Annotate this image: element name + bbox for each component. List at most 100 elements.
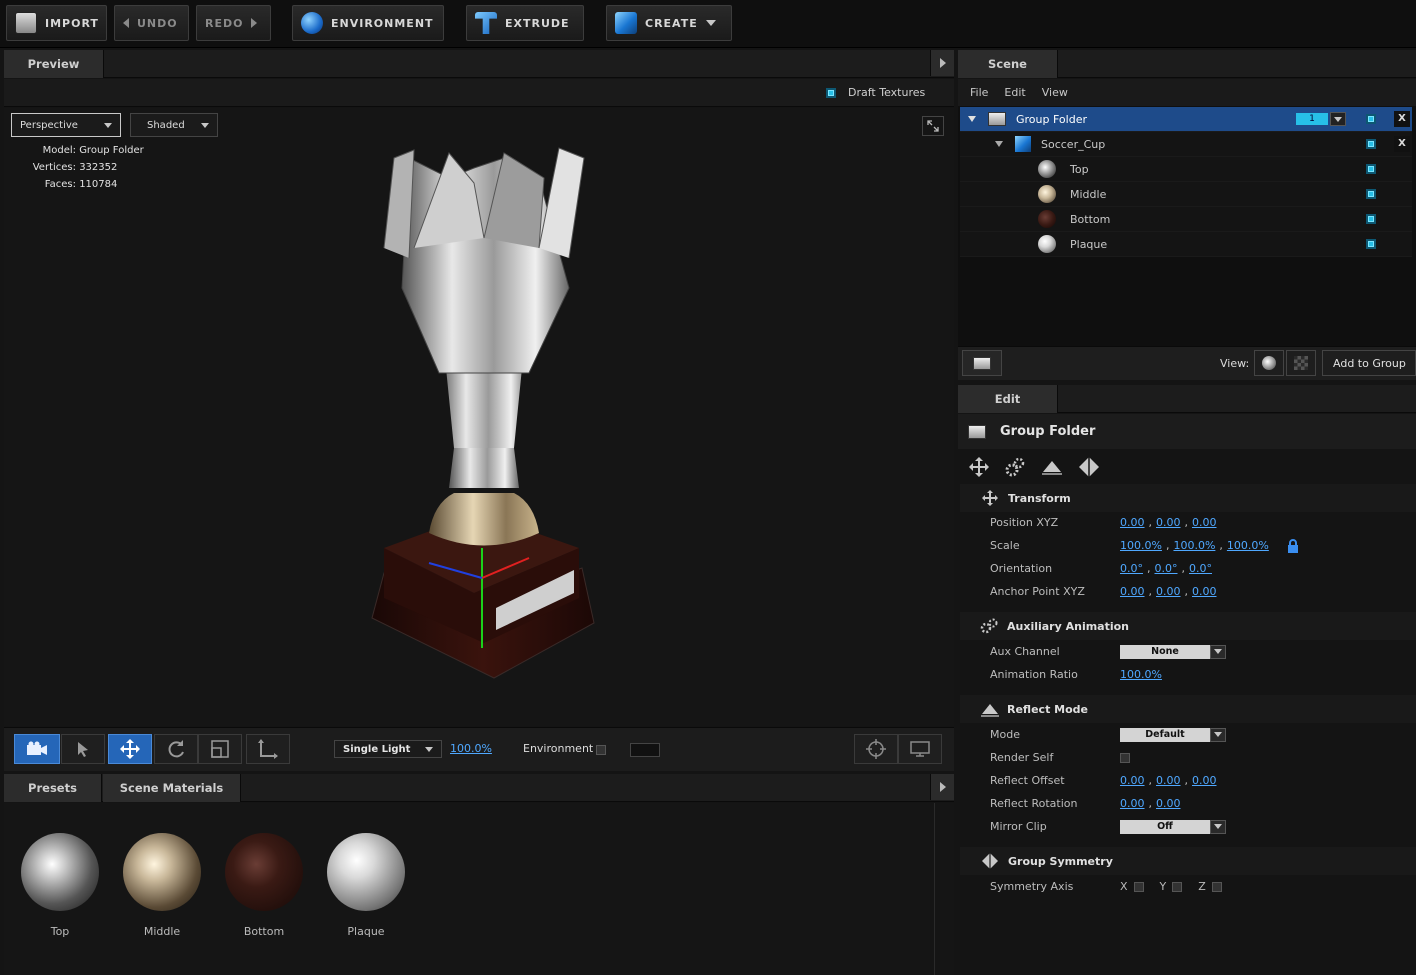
shading-mode-dropdown[interactable]: Shaded xyxy=(130,113,218,137)
maximize-viewport-button[interactable] xyxy=(922,116,944,136)
edit-mode-icons xyxy=(958,450,1416,484)
camera-mode-dropdown[interactable]: Perspective xyxy=(11,113,121,137)
tree-row-group-folder[interactable]: Group Folder 1 X xyxy=(960,107,1412,132)
move-arrows-icon xyxy=(120,739,140,759)
material-item-bottom[interactable]: Bottom xyxy=(222,833,306,938)
create-button[interactable]: CREATE xyxy=(606,5,732,41)
orientation-y[interactable]: 0.0° xyxy=(1155,562,1178,575)
scale-tool-button[interactable] xyxy=(198,734,242,764)
layer-badge[interactable]: 1 xyxy=(1296,113,1328,125)
folder-icon xyxy=(988,112,1006,126)
visibility-checkbox[interactable] xyxy=(1366,139,1376,149)
reflect-offset-x[interactable]: 0.00 xyxy=(1120,774,1145,787)
select-tool-button[interactable] xyxy=(61,734,105,764)
render-self-checkbox[interactable] xyxy=(1120,752,1130,763)
gears-icon[interactable] xyxy=(1004,456,1026,478)
transform-move-icon[interactable] xyxy=(968,456,990,478)
tree-row-bottom[interactable]: Bottom xyxy=(960,207,1412,232)
material-item-middle[interactable]: Middle xyxy=(120,833,204,938)
screen-button[interactable] xyxy=(898,734,942,764)
undo-button[interactable]: UNDO xyxy=(114,5,189,41)
light-mode-dropdown[interactable]: Single Light xyxy=(334,740,442,758)
position-y[interactable]: 0.00 xyxy=(1156,516,1181,529)
anchor-z[interactable]: 0.00 xyxy=(1192,585,1217,598)
preview-collapse-button[interactable] xyxy=(930,50,954,76)
reflect-offset-y[interactable]: 0.00 xyxy=(1156,774,1181,787)
environment-color-swatch[interactable] xyxy=(630,743,660,757)
menu-file[interactable]: File xyxy=(970,86,988,99)
position-z[interactable]: 0.00 xyxy=(1192,516,1217,529)
visibility-checkbox[interactable] xyxy=(1366,114,1376,124)
scale-x[interactable]: 100.0% xyxy=(1120,539,1162,552)
tab-presets[interactable]: Presets xyxy=(4,774,102,802)
material-item-plaque[interactable]: Plaque xyxy=(324,833,408,938)
tab-scene[interactable]: Scene xyxy=(958,50,1058,78)
target-button[interactable] xyxy=(854,734,898,764)
lock-icon[interactable] xyxy=(1287,538,1299,553)
draft-textures-checkbox[interactable] xyxy=(826,88,836,98)
tree-row-middle[interactable]: Middle xyxy=(960,182,1412,207)
environment-checkbox[interactable] xyxy=(596,745,606,755)
viewport[interactable]: Perspective Shaded Model: Group Folder V… xyxy=(4,108,954,726)
mirror-clip-dropdown[interactable]: Off xyxy=(1120,819,1226,834)
reflect-shape-icon[interactable] xyxy=(1040,456,1064,478)
rotate-tool-button[interactable] xyxy=(154,734,198,764)
import-button[interactable]: IMPORT xyxy=(6,5,107,41)
section-transform[interactable]: Transform xyxy=(960,484,1416,512)
reflect-mode-dropdown[interactable]: Default xyxy=(1120,727,1226,742)
aux-channel-dropdown[interactable]: None xyxy=(1120,644,1226,659)
reflect-rotation-y[interactable]: 0.00 xyxy=(1156,797,1181,810)
orientation-x[interactable]: 0.0° xyxy=(1120,562,1143,575)
tab-scene-materials[interactable]: Scene Materials xyxy=(103,774,241,802)
axis-x-checkbox[interactable] xyxy=(1133,881,1144,892)
section-group-symmetry[interactable]: Group Symmetry xyxy=(960,847,1416,875)
expand-triangle-icon[interactable] xyxy=(968,116,976,122)
tree-row-soccer-cup[interactable]: Soccer_Cup X xyxy=(960,132,1412,157)
symmetry-icon[interactable] xyxy=(1078,456,1100,478)
menu-edit[interactable]: Edit xyxy=(1004,86,1025,99)
tab-edit[interactable]: Edit xyxy=(958,385,1058,413)
expand-triangle-icon[interactable] xyxy=(995,141,1003,147)
orientation-z[interactable]: 0.0° xyxy=(1189,562,1212,575)
visibility-checkbox[interactable] xyxy=(1366,214,1376,224)
view-checker-button[interactable] xyxy=(1286,350,1316,376)
layer-dropdown-button[interactable] xyxy=(1330,112,1346,126)
visibility-checkbox[interactable] xyxy=(1366,189,1376,199)
axis-y-checkbox[interactable] xyxy=(1172,881,1183,892)
delete-x-button[interactable]: X xyxy=(1394,136,1410,152)
material-item-top[interactable]: Top xyxy=(18,833,102,938)
materials-scrollbar[interactable] xyxy=(934,803,950,975)
anchor-y[interactable]: 0.00 xyxy=(1156,585,1181,598)
axis-z-checkbox[interactable] xyxy=(1211,881,1222,892)
visibility-checkbox[interactable] xyxy=(1366,239,1376,249)
material-sphere xyxy=(327,833,405,911)
section-reflect-mode[interactable]: Reflect Mode xyxy=(960,695,1416,723)
reflect-offset-z[interactable]: 0.00 xyxy=(1192,774,1217,787)
tab-preview[interactable]: Preview xyxy=(4,50,104,78)
scale-y[interactable]: 100.0% xyxy=(1173,539,1215,552)
axis-tool-button[interactable] xyxy=(246,734,290,764)
animation-ratio-value[interactable]: 100.0% xyxy=(1120,668,1162,681)
scale-z[interactable]: 100.0% xyxy=(1227,539,1269,552)
section-auxiliary-animation[interactable]: Auxiliary Animation xyxy=(960,612,1416,640)
light-percent-value[interactable]: 100.0% xyxy=(450,742,492,755)
tree-row-top[interactable]: Top xyxy=(960,157,1412,182)
tree-row-plaque[interactable]: Plaque xyxy=(960,232,1412,257)
move-tool-button[interactable] xyxy=(108,734,152,764)
visibility-checkbox[interactable] xyxy=(1366,164,1376,174)
position-x[interactable]: 0.00 xyxy=(1120,516,1145,529)
view-sphere-button[interactable] xyxy=(1254,350,1284,376)
camera-tool-button[interactable] xyxy=(14,734,60,764)
new-folder-button[interactable] xyxy=(962,350,1002,376)
extrude-button[interactable]: EXTRUDE xyxy=(466,5,584,41)
anchor-x[interactable]: 0.00 xyxy=(1120,585,1145,598)
menu-view[interactable]: View xyxy=(1042,86,1068,99)
add-to-group-button[interactable]: Add to Group xyxy=(1322,350,1416,376)
materials-collapse-button[interactable] xyxy=(930,774,954,800)
environment-button[interactable]: ENVIRONMENT xyxy=(292,5,444,41)
delete-x-button[interactable]: X xyxy=(1394,111,1410,127)
trophy-model[interactable] xyxy=(354,138,614,718)
redo-button[interactable]: REDO xyxy=(196,5,271,41)
material-label: Middle xyxy=(143,925,181,938)
reflect-rotation-x[interactable]: 0.00 xyxy=(1120,797,1145,810)
